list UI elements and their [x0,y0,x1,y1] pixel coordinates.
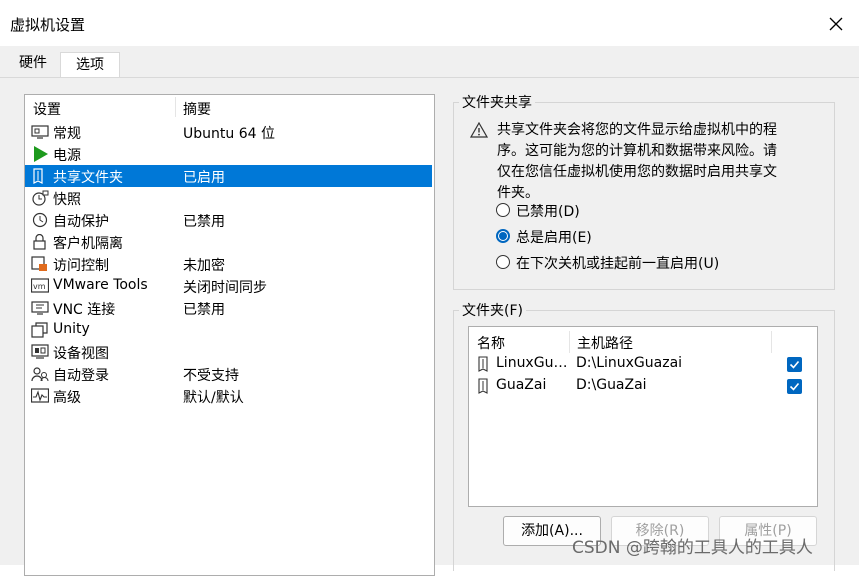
shared-folder-icon [33,168,43,184]
settings-row-general[interactable]: 常规 Ubuntu 64 位 [25,121,432,143]
settings-row-name: 自动保护 [53,214,109,230]
settings-row-advanced[interactable]: 高级 默认/默认 [25,385,432,407]
settings-row-name: 访问控制 [53,258,109,274]
settings-list[interactable]: 设置 摘要 常规 Ubuntu 64 位 电源 共享文件夹 已启用 快照 自动保… [24,94,435,576]
settings-row-name: 设备视图 [53,346,109,362]
settings-row-name: 共享文件夹 [53,170,123,186]
settings-row-value: 关闭时间同步 [183,280,267,296]
vnc-icon [31,301,49,315]
folder-path: D:\GuaZai [576,377,647,393]
settings-row-name: 电源 [53,148,81,164]
snapshot-icon [32,190,49,206]
radio-circle[interactable] [496,203,510,217]
settings-row-name: 常规 [53,126,81,142]
settings-row-shared-folders[interactable]: 共享文件夹 已启用 [25,165,432,187]
settings-row-name: VMware Tools [53,277,148,293]
settings-row-value: Ubuntu 64 位 [183,126,275,142]
warning-icon [470,122,488,138]
enabled-checkbox[interactable] [787,357,802,372]
radio-circle[interactable] [496,255,510,269]
radio-label: 总是启用(E) [516,230,592,246]
users-icon [31,367,49,382]
warning-text: 共享文件夹会将您的文件显示给虚拟机中的程序。这可能为您的计算机和数据带来风险。请… [497,122,777,201]
settings-row-power[interactable]: 电源 [25,143,432,165]
settings-row-name: 客户机隔离 [53,236,123,252]
folder-name: GuaZai [496,377,547,393]
folder-icon [478,378,488,394]
folder-icon [478,356,488,372]
settings-row-value: 已禁用 [183,302,225,318]
vm-icon: vm [31,278,49,293]
settings-row-value: 已启用 [183,170,225,186]
settings-row-guest-isolation[interactable]: 客户机隔离 [25,231,432,253]
folder-sharing-title: 文件夹共享 [459,92,535,112]
window-title: 虚拟机设置 [10,16,86,34]
radio-circle-selected[interactable] [496,229,510,243]
settings-row-name: 快照 [53,192,81,208]
folder-row[interactable]: LinuxGuazai D:\LinuxGuazai [469,353,815,375]
settings-row-name: VNC 连接 [53,302,116,318]
folder-path: D:\LinuxGuazai [576,355,683,371]
settings-row-access-control[interactable]: 访问控制 未加密 [25,253,432,275]
enabled-checkbox[interactable] [787,379,802,394]
svg-text:vm: vm [33,282,46,291]
lock-icon [33,234,46,250]
settings-row-unity[interactable]: Unity [25,319,432,341]
folders-title: 文件夹(F) [459,300,526,320]
settings-row-device-view[interactable]: 设备视图 [25,341,432,363]
close-button[interactable] [820,8,852,40]
settings-row-vmware-tools[interactable]: vm VMware Tools 关闭时间同步 [25,275,432,297]
column-header-name[interactable]: 名称 [477,333,505,353]
column-divider[interactable] [771,331,772,353]
radio-label: 在下次关机或挂起前一直启用(U) [516,256,720,272]
settings-row-name: 高级 [53,390,81,406]
settings-row-name: Unity [53,321,90,337]
device-view-icon [31,344,49,359]
access-control-icon [31,256,47,271]
clock-icon [32,212,48,228]
settings-row-snapshot[interactable]: 快照 [25,187,432,209]
settings-row-value: 不受支持 [183,368,239,384]
column-header-setting[interactable]: 设置 [33,99,61,119]
column-header-summary[interactable]: 摘要 [183,99,211,119]
folders-table[interactable]: 名称 主机路径 LinuxGuazai D:\LinuxGuazai GuaZa… [468,326,818,507]
play-icon [34,146,48,162]
check-icon [789,382,800,391]
check-icon [789,360,800,369]
settings-row-value: 默认/默认 [183,390,244,406]
monitor-icon [31,125,49,139]
close-icon [829,17,843,31]
column-divider[interactable] [569,331,570,353]
column-divider[interactable] [175,97,176,117]
folder-row[interactable]: GuaZai D:\GuaZai [469,375,815,397]
column-header-host-path[interactable]: 主机路径 [577,333,633,353]
tab-hardware[interactable]: 硬件 [8,46,58,77]
list-header: 设置 摘要 [25,95,434,119]
unity-icon [31,322,48,338]
title-bar: 虚拟机设置 [0,0,859,46]
watermark: CSDN @跨翰的工具人的工具人 [572,538,813,558]
radio-label: 已禁用(D) [516,204,580,220]
graph-icon [31,388,49,403]
settings-row-vnc[interactable]: VNC 连接 已禁用 [25,297,432,319]
tab-strip: 硬件 选项 [0,46,859,85]
settings-row-autologin[interactable]: 自动登录 不受支持 [25,363,432,385]
settings-row-autoprotect[interactable]: 自动保护 已禁用 [25,209,432,231]
settings-row-name: 自动登录 [53,368,109,384]
folder-name: LinuxGuazai [496,355,568,371]
settings-row-value: 已禁用 [183,214,225,230]
settings-row-value: 未加密 [183,258,225,274]
